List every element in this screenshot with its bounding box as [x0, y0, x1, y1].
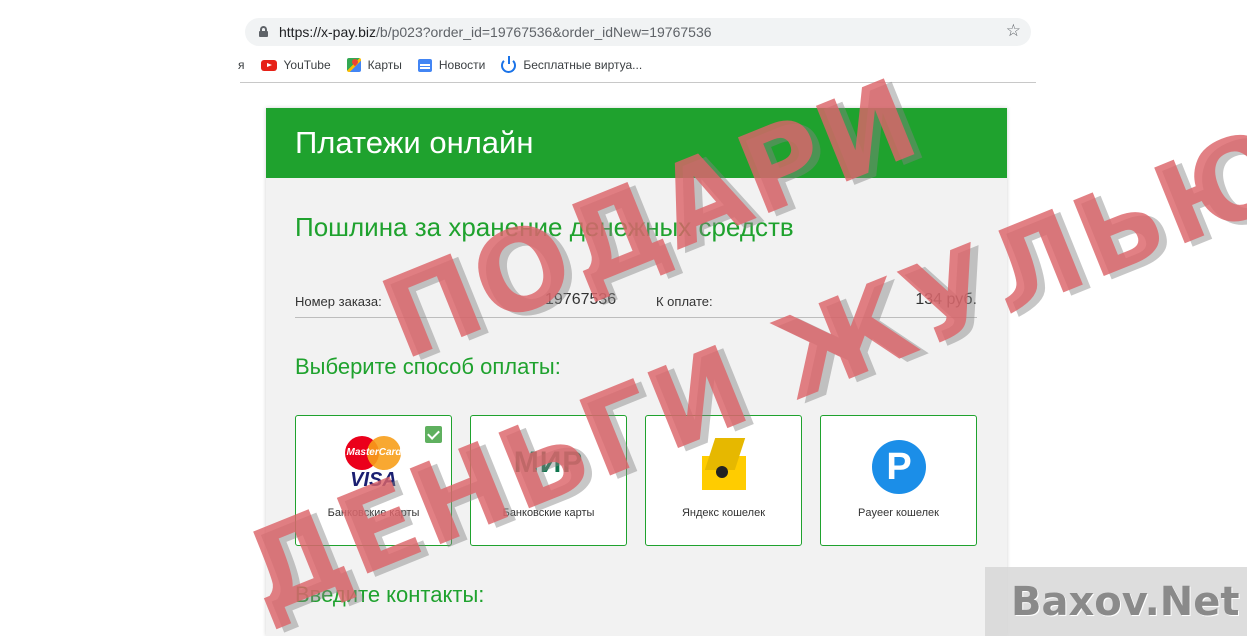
news-icon: [417, 58, 432, 72]
mastercard-logo-text: MasterCard: [346, 447, 402, 458]
bookmark-maps[interactable]: Карты: [346, 58, 402, 72]
amount-value: 134 руб.: [915, 291, 977, 308]
payeer-logo-icon: P: [872, 440, 926, 494]
payment-card: Платежи онлайн Пошлина за хранение денеж…: [266, 108, 1007, 636]
method-label: Payeer кошелек: [858, 507, 939, 519]
method-yandex-wallet[interactable]: Яндекс кошелек: [645, 415, 802, 546]
maps-icon: [346, 58, 361, 72]
method-label: Банковские карты: [327, 507, 420, 519]
bookmark-news[interactable]: Новости: [417, 58, 485, 72]
bookmark-youtube[interactable]: YouTube: [260, 58, 331, 72]
power-icon: [501, 55, 517, 73]
bookmark-star-icon[interactable]: ☆: [1006, 21, 1021, 41]
method-bank-cards-mir[interactable]: МИР Банковские карты: [470, 415, 627, 546]
method-bank-cards-visa-mc[interactable]: MasterCard VISA Банковские карты: [295, 415, 452, 546]
bookmarks-divider: [240, 82, 1036, 83]
bookmark-partial[interactable]: я: [238, 58, 245, 72]
choose-method-heading: Выберите способ оплаты:: [295, 354, 561, 379]
youtube-icon: [260, 59, 277, 71]
address-bar[interactable]: https://x-pay.biz/b/p023?order_id=197675…: [245, 18, 1031, 46]
order-number-label: Номер заказа:: [295, 294, 382, 309]
card-header: Платежи онлайн: [266, 108, 1007, 178]
payment-subtitle: Пошлина за хранение денежных средств: [295, 212, 794, 242]
contacts-heading: Введите контакты:: [295, 582, 485, 607]
mir-logo-icon: МИР: [513, 446, 584, 479]
mastercard-logo-icon: MasterCard: [345, 436, 403, 470]
site-watermark: Baxov.Net: [985, 567, 1247, 636]
visa-logo-text: VISA: [350, 469, 397, 491]
order-info-row: Номер заказа: 19767536 К оплате: 134 руб…: [295, 291, 977, 318]
method-label: Яндекс кошелек: [681, 507, 766, 519]
method-payeer-wallet[interactable]: P Payeer кошелек: [820, 415, 977, 546]
watermark-text: Baxov.Net: [1011, 579, 1240, 625]
order-number-value: 19767536: [545, 291, 617, 308]
url-text[interactable]: https://x-pay.biz/b/p023?order_id=197675…: [279, 24, 712, 40]
amount-label: К оплате:: [656, 294, 713, 309]
bookmark-free[interactable]: Бесплатные виртуа...: [501, 55, 642, 73]
bookmarks-bar: я YouTube Карты Новости Бесплатные вирту…: [238, 55, 658, 75]
method-label: Банковские карты: [502, 507, 595, 519]
selected-check-icon: [425, 426, 442, 443]
yandex-wallet-icon: [702, 438, 746, 490]
lock-icon[interactable]: [259, 26, 268, 37]
payment-methods: MasterCard VISA Банковские карты МИР Бан…: [295, 415, 977, 546]
page-title: Платежи онлайн: [295, 125, 534, 160]
